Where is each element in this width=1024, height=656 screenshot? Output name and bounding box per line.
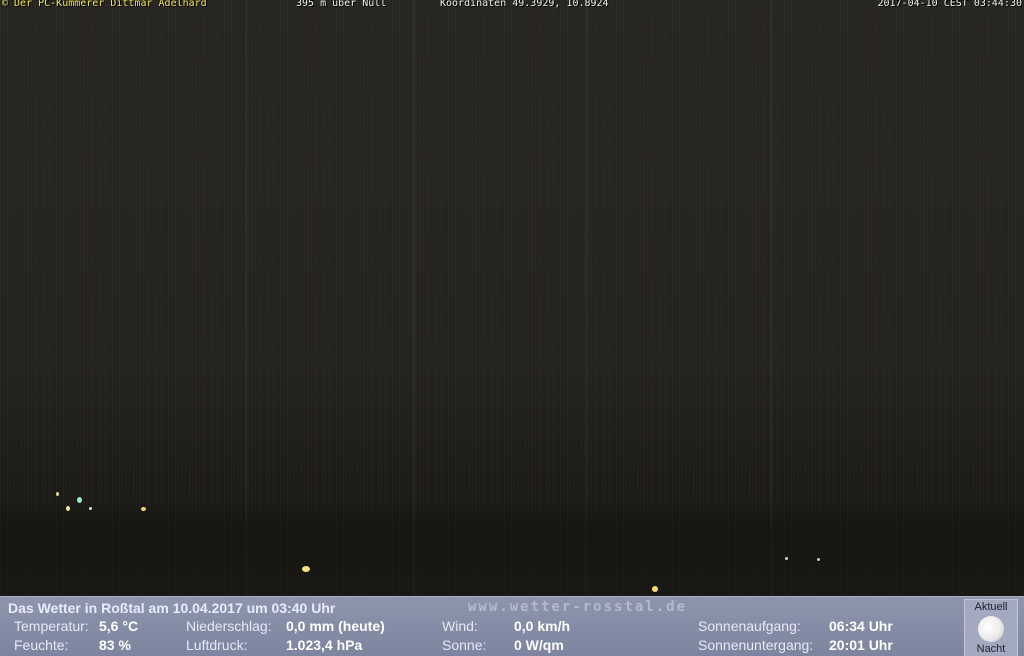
- pressure-value: 1.023,4 hPa: [286, 637, 363, 653]
- humidity-value: 83 %: [99, 637, 131, 653]
- distant-light: [77, 497, 82, 503]
- distant-light: [89, 507, 92, 510]
- wind-label: Wind:: [442, 618, 478, 634]
- webcam-night-image: [0, 0, 1024, 596]
- moon-caption: Aktuell: [974, 601, 1008, 613]
- moon-state: Nacht: [976, 643, 1006, 655]
- wind-value: 0,0 km/h: [514, 618, 571, 634]
- weather-panel: Das Wetter in Roßtal am 10.04.2017 um 03…: [0, 596, 1024, 656]
- sun-label: Sonne:: [442, 637, 487, 653]
- precipitation-value: 0,0 mm (heute): [286, 618, 385, 634]
- sunrise-label: Sonnenaufgang:: [698, 618, 801, 634]
- capture-timestamp: 2017-04-10 CEST 03:44:30: [877, 0, 1023, 9]
- precipitation-label: Niederschlag:: [186, 618, 272, 634]
- dark-horizon: [0, 490, 1024, 596]
- pressure-label: Luftdruck:: [186, 637, 248, 653]
- temperature-value: 5,6 °C: [99, 618, 139, 634]
- distant-light: [785, 557, 788, 560]
- coordinates-text: Koordinaten 49.3929, 10.8924: [440, 0, 609, 9]
- sunset-label: Sonnenuntergang:: [698, 637, 814, 653]
- sunset-value: 20:01 Uhr: [829, 637, 893, 653]
- moon-icon: [978, 616, 1004, 642]
- distant-light: [302, 566, 310, 572]
- weather-title: Das Wetter in Roßtal am 10.04.2017 um 03…: [8, 600, 336, 616]
- webcam-frame: © Der PC-Kümmerer Dittmar Adelhard 395 m…: [0, 0, 1024, 656]
- distant-light: [56, 492, 59, 496]
- website-link[interactable]: www.wetter-rosstal.de: [468, 599, 687, 615]
- sunrise-value: 06:34 Uhr: [829, 618, 893, 634]
- distant-light: [652, 586, 658, 592]
- sun-value: 0 W/qm: [514, 637, 564, 653]
- altitude-text: 395 m über Null: [296, 0, 387, 9]
- temperature-label: Temperatur:: [14, 618, 89, 634]
- distant-light: [141, 507, 146, 511]
- copyright-owner: © Der PC-Kümmerer Dittmar Adelhard: [2, 0, 207, 9]
- distant-light: [66, 506, 70, 511]
- humidity-label: Feuchte:: [14, 637, 69, 653]
- moon-phase-box: Aktuell Nacht: [964, 599, 1018, 656]
- camera-info-overlay: © Der PC-Kümmerer Dittmar Adelhard 395 m…: [0, 0, 1024, 11]
- distant-light: [817, 558, 820, 561]
